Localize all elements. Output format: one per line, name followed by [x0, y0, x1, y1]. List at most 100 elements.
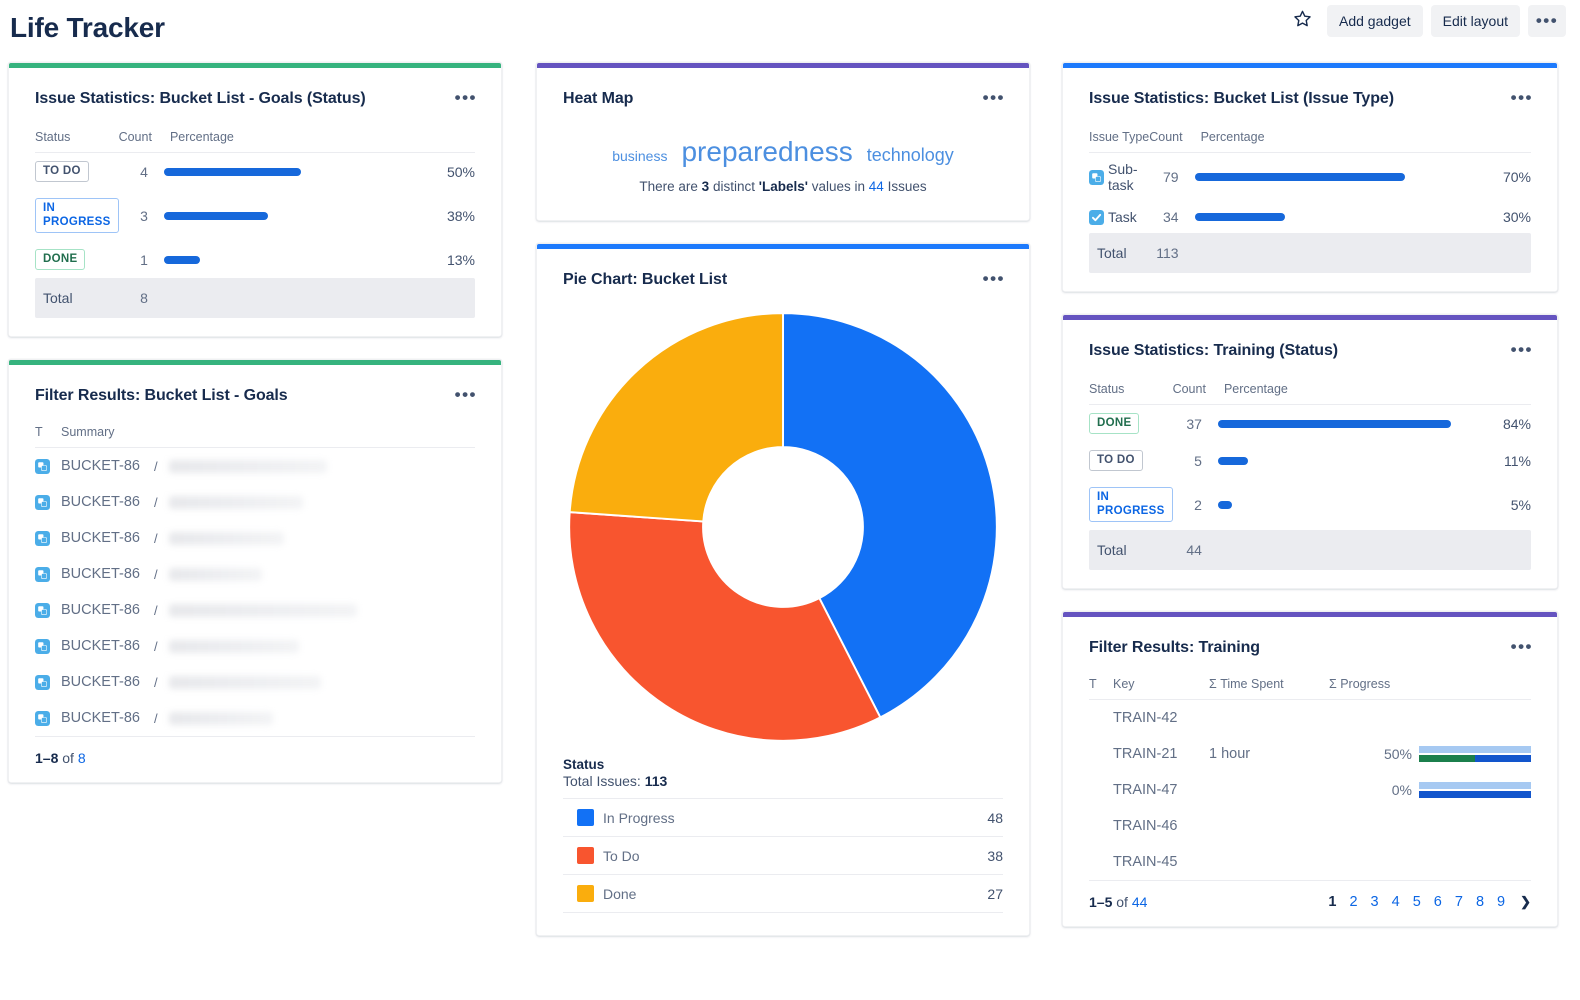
table-row[interactable]: TRAIN-45 [1089, 844, 1531, 880]
status-cell: TO DO [1089, 442, 1173, 479]
star-button[interactable] [1285, 5, 1319, 37]
table-row[interactable]: BUCKET-86 / [35, 700, 475, 736]
percentage-value: 38% [446, 207, 475, 224]
issue-key-link[interactable]: TRAIN-45 [1113, 854, 1177, 870]
issue-type[interactable]: Task [1089, 209, 1149, 225]
table-row[interactable]: TRAIN-42 [1089, 700, 1531, 737]
gadget-menu-button[interactable]: ••• [445, 89, 479, 114]
subtask-icon [35, 566, 50, 582]
page-6[interactable]: 6 [1434, 894, 1442, 910]
page-3[interactable]: 3 [1371, 894, 1379, 910]
table-row[interactable]: BUCKET-86 / [35, 484, 475, 520]
percentage-value: 11% [1504, 452, 1531, 469]
status-badge[interactable]: DONE [1089, 413, 1140, 434]
gadget-menu-button[interactable]: ••• [1501, 341, 1535, 366]
legend-row[interactable]: To Do 38 [563, 836, 1003, 875]
pie-slice-to-do[interactable] [568, 511, 882, 742]
pie-slice-done[interactable] [568, 312, 784, 523]
result-total-link[interactable]: 44 [1132, 894, 1148, 910]
table-row[interactable]: BUCKET-86 / [35, 628, 475, 664]
issue-key-link[interactable]: BUCKET-86 [61, 458, 140, 474]
status-badge[interactable]: DONE [35, 249, 86, 270]
heat-map-word[interactable]: preparedness [681, 136, 852, 168]
table-row[interactable]: BUCKET-86 / [35, 556, 475, 592]
issue-key-link[interactable]: BUCKET-86 [61, 494, 140, 510]
issue-summary-redacted [168, 711, 273, 725]
table-row[interactable]: IN PROGRESS 3 38% [35, 190, 475, 241]
page-4[interactable]: 4 [1392, 894, 1400, 910]
issue-key-link[interactable]: BUCKET-86 [61, 566, 140, 582]
count-cell: 34 [1163, 209, 1179, 225]
dashboard-more-button[interactable]: ••• [1528, 5, 1566, 37]
time-spent-cell [1209, 772, 1329, 808]
table-row[interactable]: TRAIN-21 1 hour 50% [1089, 736, 1531, 772]
total-spacer [1211, 530, 1503, 570]
table-row[interactable]: Task 34 30% [1089, 201, 1531, 233]
donut-chart[interactable] [567, 311, 999, 743]
legend-row[interactable]: In Progress 48 [563, 798, 1003, 837]
page-7[interactable]: 7 [1455, 894, 1463, 910]
issue-key-link[interactable]: TRAIN-42 [1113, 710, 1177, 726]
table-row[interactable]: TO DO 4 50% [35, 153, 475, 191]
ellipsis-icon: ••• [1535, 11, 1559, 30]
heat-map-body: business preparedness technology There a… [537, 114, 1029, 220]
table-row[interactable]: Sub-task 79 70% [1089, 153, 1531, 202]
table-row[interactable]: BUCKET-86 / [35, 448, 475, 485]
heat-map-word[interactable]: technology [867, 145, 954, 166]
issue-key-link[interactable]: TRAIN-21 [1113, 746, 1177, 762]
table-total-row: Total 113 [1089, 233, 1531, 273]
chevron-right-icon[interactable]: ❯ [1520, 894, 1531, 910]
legend-label: Done [603, 874, 953, 913]
issue-key-link[interactable]: TRAIN-46 [1113, 818, 1177, 834]
result-total-link[interactable]: 8 [78, 750, 86, 766]
gadget-menu-button[interactable]: ••• [1501, 638, 1535, 663]
page-8[interactable]: 8 [1476, 894, 1484, 910]
issue-key-link[interactable]: BUCKET-86 [61, 710, 140, 726]
issue-type-label: Task [1108, 209, 1137, 225]
status-cell: TO DO [35, 153, 119, 191]
status-badge[interactable]: IN PROGRESS [35, 198, 119, 233]
add-gadget-button[interactable]: Add gadget [1327, 5, 1423, 37]
table-row[interactable]: IN PROGRESS 2 5% [1089, 479, 1531, 530]
page-5[interactable]: 5 [1413, 894, 1421, 910]
legend-row[interactable]: Done 27 [563, 874, 1003, 913]
issue-key-link[interactable]: BUCKET-86 [61, 530, 140, 546]
issue-key-cell: TRAIN-21 [1113, 736, 1209, 772]
page-2[interactable]: 2 [1349, 894, 1357, 910]
progress-fill [163, 255, 200, 264]
gadget-menu-button[interactable]: ••• [973, 89, 1007, 114]
issue-type[interactable]: Sub-task [1089, 161, 1149, 193]
issue-type-cell [35, 556, 61, 592]
table-row[interactable]: DONE 1 13% [35, 241, 475, 278]
table-row[interactable]: BUCKET-86 / [35, 664, 475, 700]
issue-key-link[interactable]: BUCKET-86 [61, 638, 140, 654]
issue-summary-redacted [168, 639, 299, 653]
issue-key-link[interactable]: BUCKET-86 [61, 602, 140, 618]
status-badge[interactable]: TO DO [1089, 450, 1143, 471]
heat-map-word[interactable]: business [612, 148, 667, 164]
progress-fill [1194, 213, 1285, 221]
table-header-row: T Key Σ Time Spent Σ Progress [1089, 663, 1531, 700]
gadget-menu-button[interactable]: ••• [445, 386, 479, 411]
column-header-status: Status [35, 114, 119, 153]
gadget-menu-button[interactable]: ••• [1501, 89, 1535, 114]
issue-count-link[interactable]: 44 [869, 179, 884, 194]
table-row[interactable]: BUCKET-86 / [35, 520, 475, 556]
issue-key-link[interactable]: TRAIN-47 [1113, 782, 1177, 798]
table-row[interactable]: TRAIN-47 0% [1089, 772, 1531, 808]
gadget-heat-map: Heat Map ••• business preparedness techn… [536, 62, 1030, 221]
progress-track [1194, 173, 1495, 181]
status-badge[interactable]: TO DO [35, 161, 89, 182]
table-row[interactable]: TO DO 5 11% [1089, 442, 1531, 479]
status-badge[interactable]: IN PROGRESS [1089, 487, 1173, 522]
table-row[interactable]: DONE 37 84% [1089, 405, 1531, 443]
page-9[interactable]: 9 [1497, 894, 1505, 910]
table-row[interactable]: BUCKET-86 / [35, 592, 475, 628]
gadget-filter-results-training: Filter Results: Training ••• T Key Σ Tim… [1062, 611, 1558, 927]
issue-key-link[interactable]: BUCKET-86 [61, 674, 140, 690]
gadget-menu-button[interactable]: ••• [973, 270, 1007, 295]
column-header-issue-type: Issue Type [1089, 114, 1150, 153]
subtask-icon [35, 710, 50, 726]
table-row[interactable]: TRAIN-46 [1089, 808, 1531, 844]
edit-layout-button[interactable]: Edit layout [1430, 5, 1520, 37]
